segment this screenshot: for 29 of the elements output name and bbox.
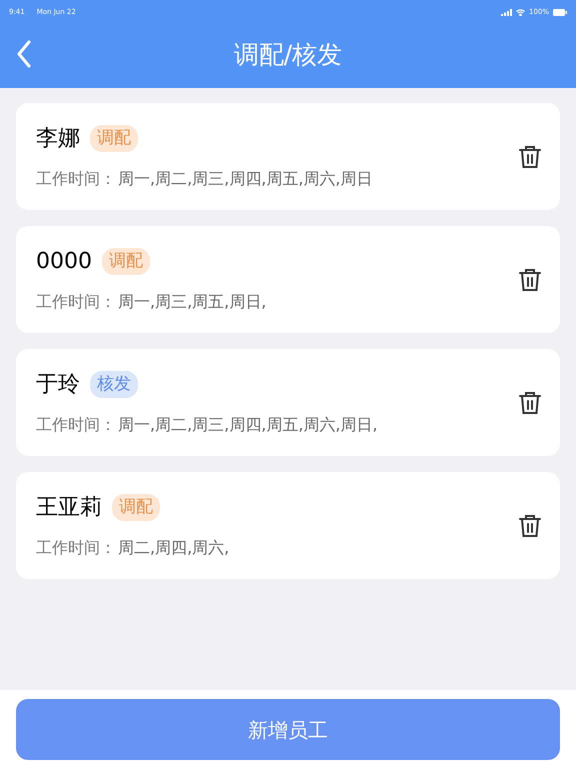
employee-card[interactable]: 王亚莉 调配 工作时间：周二,周四,周六, [16, 472, 560, 579]
role-tag: 调配 [112, 494, 160, 522]
work-time-label: 工作时间： [36, 414, 116, 436]
work-days: 周二,周四,周六, [118, 536, 230, 560]
employee-card[interactable]: 于玲 核发 工作时间：周一,周二,周三,周四,周五,周六,周日, [16, 349, 560, 456]
employee-card[interactable]: 0000 调配 工作时间：周一,周三,周五,周日, [16, 226, 560, 333]
trash-icon[interactable] [518, 390, 542, 416]
work-days: 周一,周二,周三,周四,周五,周六,周日, [118, 413, 378, 437]
page-title: 调配/核发 [234, 38, 342, 71]
signal-icon [500, 9, 512, 16]
employee-name: 0000 [36, 248, 92, 276]
back-icon[interactable] [17, 39, 31, 69]
role-tag: 调配 [90, 124, 138, 152]
employee-name: 于玲 [36, 371, 80, 399]
work-time-label: 工作时间： [36, 168, 116, 190]
work-days: 周一,周二,周三,周四,周五,周六,周日 [118, 167, 373, 191]
trash-icon[interactable] [518, 144, 542, 170]
battery-icon [553, 9, 567, 16]
employee-name: 王亚莉 [36, 494, 102, 522]
work-time-label: 工作时间： [36, 291, 116, 313]
role-tag: 核发 [90, 370, 138, 398]
wifi-icon [516, 9, 525, 16]
trash-icon[interactable] [518, 512, 542, 538]
employee-name: 李娜 [36, 125, 80, 153]
trash-icon[interactable] [518, 266, 542, 292]
work-days: 周一,周三,周五,周日, [118, 290, 266, 314]
employee-card[interactable]: 李娜 调配 工作时间：周一,周二,周三,周四,周五,周六,周日 [16, 103, 560, 210]
work-time-label: 工作时间： [36, 537, 116, 559]
role-tag: 调配 [102, 248, 150, 276]
